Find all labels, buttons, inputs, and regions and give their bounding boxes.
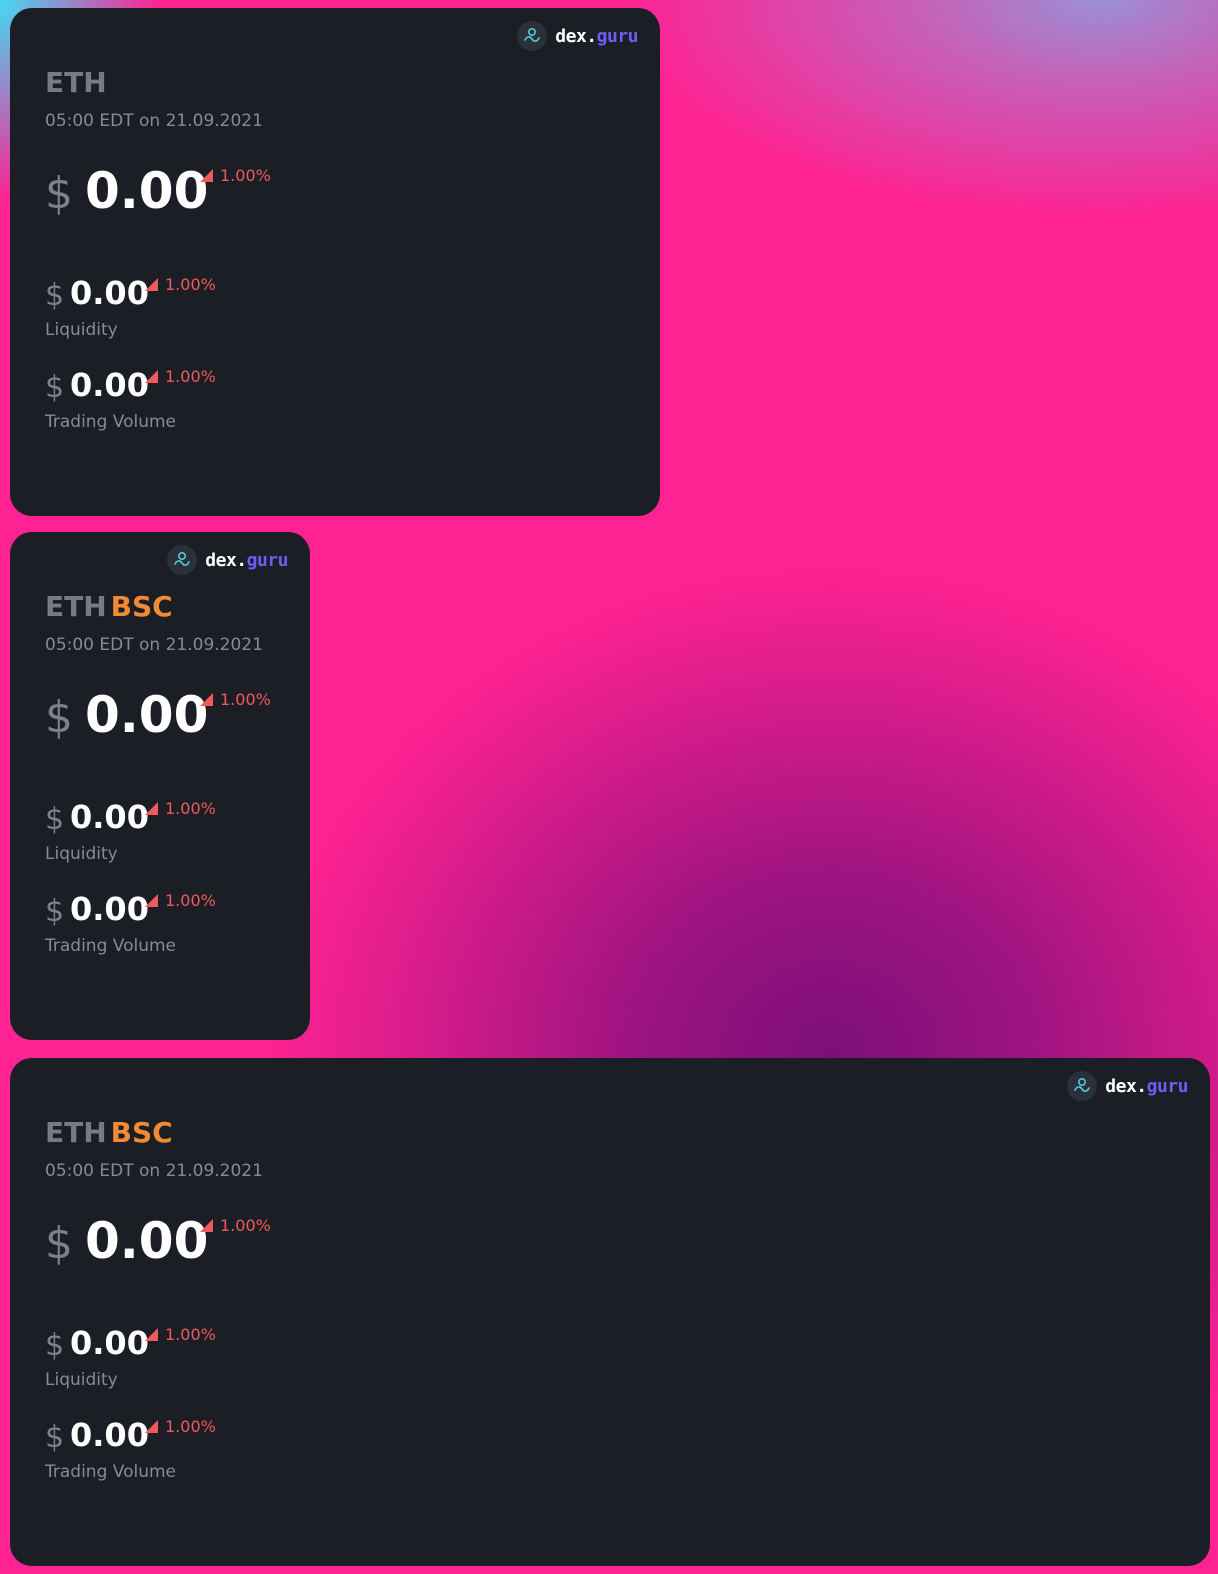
liquidity-change: 1.00% [145, 275, 216, 294]
change-up-triangle-icon [145, 894, 158, 907]
volume-label: Trading Volume [45, 412, 177, 432]
price-value: 0.00 [85, 1212, 209, 1270]
change-up-triangle-icon [145, 1420, 158, 1433]
price-value: 0.00 [85, 162, 209, 220]
volume-metric: $ 0.00 1.00% Trading Volume [45, 890, 345, 960]
change-up-triangle-icon [200, 1219, 213, 1232]
liquidity-change: 1.00% [145, 1325, 216, 1344]
liquidity-change: 1.00% [145, 799, 216, 818]
timestamp: 05:00 EDT on 21.09.2021 [45, 1161, 263, 1181]
dexguru-logo-icon [167, 545, 198, 575]
liquidity-value: 0.00 [70, 1324, 149, 1362]
change-up-triangle-icon [145, 370, 158, 383]
dexguru-logo-icon [517, 21, 548, 51]
price-row: $ 0.00 1.00% [45, 1212, 445, 1272]
dexguru-logo-icon [1067, 1071, 1098, 1101]
liquidity-value: 0.00 [70, 798, 149, 836]
price-currency: $ [45, 692, 73, 743]
timestamp: 05:00 EDT on 21.09.2021 [45, 635, 263, 655]
dexguru-logo-text: dex.guru [205, 549, 288, 571]
volume-change: 1.00% [145, 367, 216, 386]
change-up-triangle-icon [145, 278, 158, 291]
price-row: $ 0.00 1.00% [45, 162, 445, 222]
price-change: 1.00% [200, 690, 271, 709]
dexguru-logo: dex.guru [1067, 1071, 1189, 1101]
liquidity-currency: $ [45, 278, 65, 313]
network-label: BSC [110, 1116, 173, 1149]
price-currency: $ [45, 1218, 73, 1269]
volume-label: Trading Volume [45, 936, 177, 956]
volume-value: 0.00 [70, 890, 149, 928]
liquidity-metric: $ 0.00 1.00% Liquidity [45, 798, 345, 868]
dexguru-logo-text: dex.guru [555, 25, 638, 47]
volume-value: 0.00 [70, 1416, 149, 1454]
price-change: 1.00% [200, 166, 271, 185]
volume-change: 1.00% [145, 891, 216, 910]
token-symbol: ETH [45, 66, 107, 99]
dexguru-logo: dex.guru [167, 545, 289, 575]
price-row: $ 0.00 1.00% [45, 686, 445, 746]
change-up-triangle-icon [200, 693, 213, 706]
token-card-eth-bsc-wide: dex.guru ETH BSC 05:00 EDT on 21.09.2021 … [10, 1058, 1210, 1566]
volume-metric: $ 0.00 1.00% Trading Volume [45, 1416, 345, 1486]
liquidity-metric: $ 0.00 1.00% Liquidity [45, 1324, 345, 1394]
liquidity-currency: $ [45, 1328, 65, 1363]
volume-label: Trading Volume [45, 1462, 177, 1482]
volume-metric: $ 0.00 1.00% Trading Volume [45, 366, 345, 436]
volume-value: 0.00 [70, 366, 149, 404]
volume-change: 1.00% [145, 1417, 216, 1436]
change-up-triangle-icon [200, 169, 213, 182]
change-up-triangle-icon [145, 802, 158, 815]
price-change: 1.00% [200, 1216, 271, 1235]
liquidity-label: Liquidity [45, 1370, 118, 1390]
liquidity-metric: $ 0.00 1.00% Liquidity [45, 274, 345, 344]
token-pair-title: ETH [45, 65, 107, 101]
network-label: BSC [110, 590, 173, 623]
token-pair-title: ETH BSC [45, 589, 173, 625]
change-up-triangle-icon [145, 1328, 158, 1341]
liquidity-value: 0.00 [70, 274, 149, 312]
price-currency: $ [45, 168, 73, 219]
volume-currency: $ [45, 370, 65, 405]
token-card-eth: dex.guru ETH 05:00 EDT on 21.09.2021 $ 0… [10, 8, 660, 516]
volume-currency: $ [45, 894, 65, 929]
dexguru-logo: dex.guru [517, 21, 639, 51]
token-pair-title: ETH BSC [45, 1115, 173, 1151]
liquidity-currency: $ [45, 802, 65, 837]
token-card-eth-bsc-narrow: dex.guru ETH BSC 05:00 EDT on 21.09.2021 … [10, 532, 310, 1040]
token-symbol: ETH [45, 1116, 107, 1149]
timestamp: 05:00 EDT on 21.09.2021 [45, 111, 263, 131]
liquidity-label: Liquidity [45, 844, 118, 864]
liquidity-label: Liquidity [45, 320, 118, 340]
volume-currency: $ [45, 1420, 65, 1455]
dexguru-logo-text: dex.guru [1105, 1075, 1188, 1097]
price-value: 0.00 [85, 686, 209, 744]
token-symbol: ETH [45, 590, 107, 623]
